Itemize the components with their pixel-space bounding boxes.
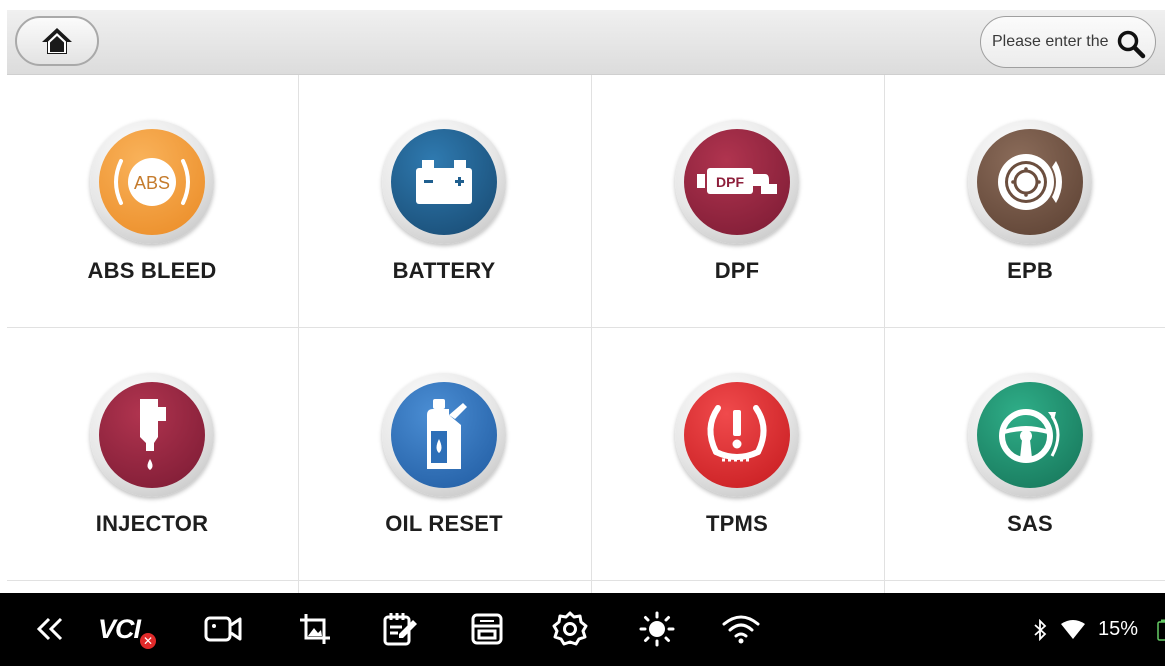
sas-icon <box>999 409 1060 463</box>
svg-text:ABS: ABS <box>134 173 170 193</box>
vci-icon: VCI ✕ <box>94 609 156 649</box>
tile-sas[interactable]: SAS <box>885 328 1165 579</box>
search-icon[interactable] <box>1116 29 1146 59</box>
home-icon <box>42 28 72 54</box>
settings-gear-icon <box>552 611 588 646</box>
tile-dpf[interactable]: DPF DPF <box>592 75 882 326</box>
tile-oil-reset[interactable]: OIL RESET <box>299 328 589 579</box>
oil-reset-icon <box>427 399 467 469</box>
battery-icon <box>416 160 472 204</box>
brightness-button[interactable] <box>633 605 681 653</box>
search-input[interactable] <box>992 17 1116 67</box>
video-record-button[interactable] <box>199 605 247 653</box>
notes-edit-icon <box>383 613 417 646</box>
settings-button[interactable] <box>546 605 594 653</box>
vci-disconnected-badge-icon: ✕ <box>140 633 156 649</box>
grid-divider <box>298 75 299 593</box>
notes-button[interactable] <box>376 605 424 653</box>
tile-battery[interactable]: BATTERY <box>299 75 589 326</box>
status-area: 15% <box>1005 617 1165 643</box>
bluetooth-icon <box>1034 619 1047 641</box>
svg-text:DPF: DPF <box>716 174 744 190</box>
battery-percent: 15% <box>1098 618 1139 640</box>
bottom-navigation-bar: VCI ✕ 15% <box>0 593 1165 666</box>
tile-tpms[interactable]: TPMS <box>592 328 882 579</box>
dpf-icon: DPF <box>697 168 777 194</box>
brightness-icon <box>639 611 675 647</box>
screenshot-crop-icon <box>300 614 330 644</box>
grid-divider <box>7 327 1165 328</box>
tile-label: ABS BLEED <box>87 258 217 283</box>
home-button[interactable] <box>15 16 99 66</box>
tile-label: EPB <box>1007 258 1053 283</box>
tile-label: DPF <box>714 258 760 283</box>
wifi-signal-icon <box>1061 620 1085 639</box>
epb-icon <box>998 154 1062 210</box>
search-box <box>980 16 1156 68</box>
wifi-icon <box>722 615 760 644</box>
battery-status-icon <box>1157 619 1165 641</box>
screenshot-button[interactable] <box>291 605 339 653</box>
vci-label: VCI <box>98 614 141 644</box>
wifi-button[interactable] <box>717 605 765 653</box>
back-double-chevron-icon <box>36 617 63 641</box>
tile-label: TPMS <box>706 511 768 536</box>
tile-abs-bleed[interactable]: ABS ABS BLEED <box>7 75 297 326</box>
tile-injector[interactable]: INJECTOR <box>7 328 297 579</box>
print-icon <box>471 613 503 645</box>
video-record-icon <box>204 616 242 642</box>
tpms-icon <box>707 405 767 462</box>
back-button[interactable] <box>26 605 74 653</box>
grid-divider <box>884 75 885 593</box>
tile-label: OIL RESET <box>385 511 503 536</box>
tile-label: INJECTOR <box>95 511 209 536</box>
print-button[interactable] <box>463 605 511 653</box>
grid-divider <box>591 75 592 593</box>
tile-label: SAS <box>1007 511 1053 536</box>
vci-button[interactable]: VCI ✕ <box>92 605 158 653</box>
abs-icon: ABS <box>114 158 190 206</box>
top-bar <box>7 10 1165 75</box>
grid-divider <box>7 580 1165 581</box>
function-grid: ABS ABS BLEED BATTERY DPF DPF EPB INJECT… <box>7 75 1165 593</box>
injector-icon <box>140 399 166 470</box>
tile-label: BATTERY <box>392 258 496 283</box>
tile-epb[interactable]: EPB <box>885 75 1165 326</box>
